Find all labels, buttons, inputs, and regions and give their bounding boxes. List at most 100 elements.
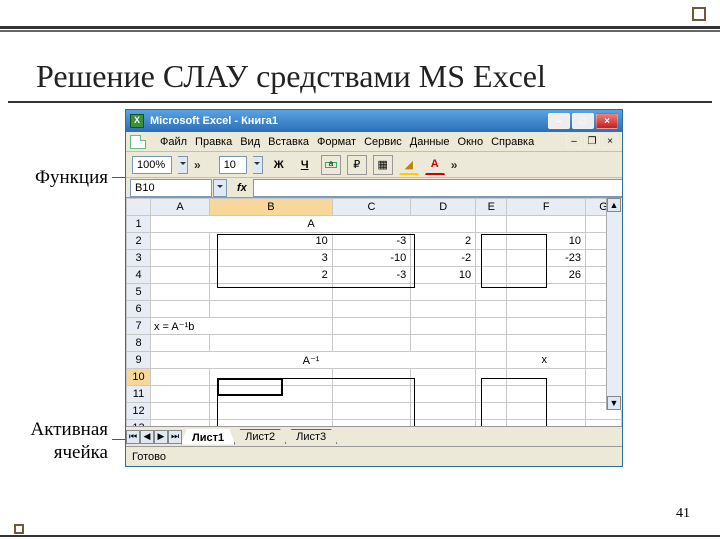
cell-B4[interactable]: 2 <box>210 267 333 284</box>
sheet-table: A B C D E F G 1A 210-3210 33-10-2-23 42-… <box>126 198 622 430</box>
col-header-D[interactable]: D <box>411 199 476 216</box>
vertical-scrollbar[interactable]: ▲ ▼ <box>606 198 622 410</box>
menu-file[interactable]: Файл <box>160 136 187 148</box>
excel-app-icon <box>130 114 144 128</box>
workbook-minimize-button[interactable]: – <box>566 134 582 148</box>
formula-bar[interactable] <box>253 179 622 197</box>
menu-format[interactable]: Формат <box>317 136 356 148</box>
tab-nav-next[interactable]: ▶ <box>154 430 168 444</box>
menu-window[interactable]: Окно <box>458 136 484 148</box>
menu-data[interactable]: Данные <box>410 136 450 148</box>
sheet-tab-3[interactable]: Лист3 <box>285 429 337 444</box>
scroll-up-button[interactable]: ▲ <box>607 198 621 212</box>
row-3: 33-10-2-23 <box>127 250 622 267</box>
row-2: 210-3210 <box>127 233 622 250</box>
toolbar-overflow-2[interactable]: » <box>451 158 458 172</box>
toolbar-overflow-1[interactable]: » <box>194 158 201 172</box>
callout-label-function: Функция <box>16 167 108 189</box>
name-box[interactable]: B10 <box>130 179 212 197</box>
callout-label-active-cell: Активная ячейка <box>16 419 108 465</box>
rule-top-1 <box>0 26 720 29</box>
cell-C2[interactable]: -3 <box>332 233 411 250</box>
select-all-corner[interactable] <box>127 199 151 216</box>
row-4: 42-31026 <box>127 267 622 284</box>
fill-color-button[interactable]: ◢ <box>399 155 419 175</box>
zoom-box[interactable]: 100% <box>132 156 172 174</box>
row-9: 9A⁻¹x <box>127 352 622 369</box>
bold-button[interactable]: Ж <box>269 155 289 175</box>
scroll-down-button[interactable]: ▼ <box>607 396 621 410</box>
cell-A7[interactable]: x = A⁻¹b <box>151 318 333 335</box>
slide-top-ornament <box>0 0 720 24</box>
col-header-B[interactable]: B <box>210 199 333 216</box>
row-6: 6 <box>127 301 622 318</box>
menubar: Файл Правка Вид Вставка Формат Сервис Да… <box>126 132 622 152</box>
cell-A9[interactable]: A⁻¹ <box>151 352 476 369</box>
row-12: 12 <box>127 403 622 420</box>
minimize-button[interactable]: – <box>548 113 570 129</box>
workbook-restore-button[interactable]: ❐ <box>584 134 600 148</box>
slide-body: Функция Активная ячейка Microsoft Excel … <box>0 109 720 115</box>
zoom-dropdown[interactable] <box>178 156 188 174</box>
row-1: 1A <box>127 216 622 233</box>
sheet-tab-2[interactable]: Лист2 <box>234 429 286 444</box>
font-color-button[interactable]: A <box>425 155 445 175</box>
cell-F2[interactable]: 10 <box>507 233 586 250</box>
tab-nav-prev[interactable]: ◀ <box>140 430 154 444</box>
close-button[interactable]: × <box>596 113 618 129</box>
cell-D2[interactable]: 2 <box>411 233 476 250</box>
row-10: 10 <box>127 369 622 386</box>
menu-edit[interactable]: Правка <box>195 136 232 148</box>
toolbar: 100% » 10 Ж Ч ₽ ▦ ◢ A » <box>126 152 622 178</box>
cell-B2[interactable]: 10 <box>210 233 333 250</box>
row-11: 11 <box>127 386 622 403</box>
underline-button[interactable]: Ч <box>295 155 315 175</box>
slide-number: 41 <box>676 506 690 522</box>
cell-D4[interactable]: 10 <box>411 267 476 284</box>
menu-tools[interactable]: Сервис <box>364 136 402 148</box>
status-bar: Готово <box>126 446 622 466</box>
window-title: Microsoft Excel - Книга1 <box>150 115 548 127</box>
rule-bottom <box>0 535 720 537</box>
fx-icon[interactable]: fx <box>237 182 247 194</box>
cell-C4[interactable]: -3 <box>332 267 411 284</box>
cell-F3[interactable]: -23 <box>507 250 586 267</box>
formula-bar-row: B10 fx <box>126 178 622 198</box>
cell-C3[interactable]: -10 <box>332 250 411 267</box>
col-header-A[interactable]: A <box>151 199 210 216</box>
row-7: 7x = A⁻¹b <box>127 318 622 335</box>
fontsize-box[interactable]: 10 <box>219 156 247 174</box>
cell-B3[interactable]: 3 <box>210 250 333 267</box>
currency-button[interactable]: ₽ <box>347 155 367 175</box>
sheet-tab-1[interactable]: Лист1 <box>181 429 235 445</box>
excel-window: Microsoft Excel - Книга1 – □ × Файл Прав… <box>125 109 623 467</box>
tab-nav-last[interactable]: ⏭ <box>168 430 182 444</box>
cell-F4[interactable]: 26 <box>507 267 586 284</box>
col-header-E[interactable]: E <box>476 199 507 216</box>
slide-bottom-ornament <box>14 524 24 534</box>
spreadsheet-grid[interactable]: A B C D E F G 1A 210-3210 33-10-2-23 42-… <box>126 198 622 430</box>
fontsize-dropdown[interactable] <box>253 156 263 174</box>
menu-view[interactable]: Вид <box>240 136 260 148</box>
name-box-dropdown[interactable] <box>213 179 227 197</box>
sheet-tabs-row: ⏮ ◀ ▶ ⏭ Лист1 Лист2 Лист3 <box>126 426 622 446</box>
menu-insert[interactable]: Вставка <box>268 136 309 148</box>
row-8: 8 <box>127 335 622 352</box>
document-icon <box>130 135 146 149</box>
cell-A1[interactable]: A <box>151 216 476 233</box>
borders-button[interactable]: ▦ <box>373 155 393 175</box>
menu-help[interactable]: Справка <box>491 136 534 148</box>
titlebar: Microsoft Excel - Книга1 – □ × <box>126 110 622 132</box>
col-header-F[interactable]: F <box>507 199 586 216</box>
merge-center-button[interactable] <box>321 155 341 175</box>
cell-B10[interactable] <box>210 369 333 386</box>
col-header-C[interactable]: C <box>332 199 411 216</box>
maximize-button[interactable]: □ <box>572 113 594 129</box>
workbook-close-button[interactable]: × <box>602 134 618 148</box>
status-text: Готово <box>132 451 166 463</box>
cell-F9[interactable]: x <box>507 352 586 369</box>
cell-D3[interactable]: -2 <box>411 250 476 267</box>
row-5: 5 <box>127 284 622 301</box>
slide-title: Решение СЛАУ средствами MS Excel <box>8 58 712 103</box>
tab-nav-first[interactable]: ⏮ <box>126 430 140 444</box>
